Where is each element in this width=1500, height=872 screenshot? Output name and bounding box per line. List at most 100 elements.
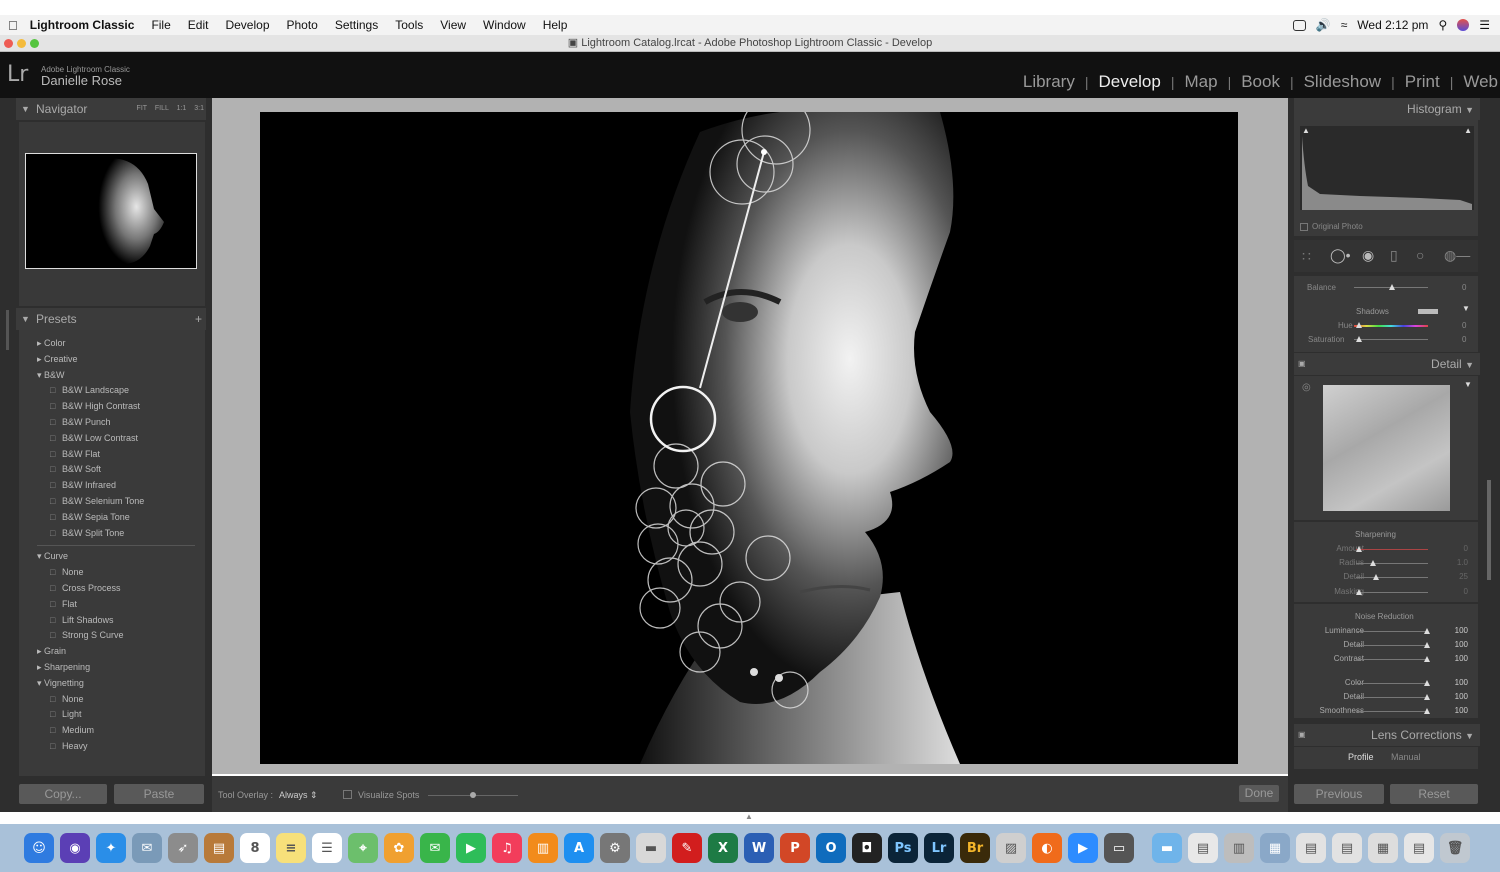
detail-header[interactable]: ▣ Detail ▼ — [1294, 353, 1480, 375]
collapse-filmstrip-icon[interactable]: ▲ — [745, 812, 753, 821]
preset-group-b-w[interactable]: ▾ B&W — [37, 370, 65, 381]
dock-books-icon[interactable]: ▥ — [528, 833, 558, 863]
preset-group-grain[interactable]: ▸ Grain — [37, 646, 66, 657]
dock-photos-icon[interactable]: ✿ — [384, 833, 414, 863]
slider-track[interactable] — [1356, 645, 1428, 647]
preset-item[interactable]: □ Cross Process — [50, 583, 120, 593]
slider-knob[interactable] — [1424, 693, 1430, 700]
dock-doc7-icon[interactable]: ▤ — [1404, 833, 1434, 863]
hue-slider-knob[interactable] — [1356, 322, 1362, 328]
dock-finder-icon[interactable]: ☺ — [24, 833, 54, 863]
dock-scanner-icon[interactable]: ▭ — [1104, 833, 1134, 863]
dock-camera-icon[interactable]: ◘ — [852, 833, 882, 863]
original-photo-checkbox[interactable] — [1300, 223, 1308, 231]
dock-doc1-icon[interactable]: ▤ — [1188, 833, 1218, 863]
previous-button[interactable]: Previous — [1294, 784, 1384, 804]
slider-knob[interactable] — [1424, 679, 1430, 686]
slider-track[interactable] — [1356, 549, 1428, 550]
menu-develop[interactable]: Develop — [225, 18, 269, 32]
apple-icon[interactable]:  — [8, 18, 18, 33]
dock-excel-icon[interactable]: X — [708, 833, 738, 863]
module-book[interactable]: Book — [1231, 72, 1290, 92]
shadows-color-swatch[interactable] — [1418, 309, 1438, 314]
preset-item[interactable]: □ Strong S Curve — [50, 630, 123, 640]
collapse-triangle-icon[interactable]: ▼ — [1462, 304, 1470, 313]
slider-value[interactable]: 100 — [1455, 654, 1468, 663]
spot-pin[interactable] — [750, 668, 758, 676]
histogram-header[interactable]: Histogram ▼ — [1294, 98, 1480, 120]
crop-tool-icon[interactable]: ∷ — [1302, 248, 1311, 265]
zoom-fit[interactable]: FIT — [137, 105, 147, 112]
dock-music-icon[interactable]: ♫ — [492, 833, 522, 863]
preset-group-color[interactable]: ▸ Color — [37, 338, 66, 349]
preset-item[interactable]: □ None — [50, 567, 83, 577]
dock-doc3-icon[interactable]: ▦ — [1260, 833, 1290, 863]
user-icon[interactable] — [1457, 19, 1470, 31]
slider-track[interactable] — [1356, 682, 1428, 684]
panel-switch-icon[interactable]: ▣ — [1298, 353, 1306, 375]
dock-notes-brown-icon[interactable]: ▤ — [204, 833, 234, 863]
highlight-clipping-icon[interactable]: ▲ — [1464, 126, 1472, 135]
reset-button[interactable]: Reset — [1390, 784, 1478, 804]
notification-center-icon[interactable]: ☰ — [1479, 18, 1490, 32]
slider-value[interactable]: 100 — [1455, 640, 1468, 649]
slider-value[interactable]: 0 — [1464, 587, 1468, 596]
navigator-zoom-options[interactable]: FIT FILL 1:1 3:1 — [137, 98, 204, 120]
app-menu[interactable]: Lightroom Classic — [30, 18, 135, 32]
right-panel-scrollbar[interactable] — [1487, 480, 1491, 580]
dock-outlook-icon[interactable]: O — [816, 833, 846, 863]
dock-maps-icon[interactable]: ⌖ — [348, 833, 378, 863]
dock-mail-stamp-icon[interactable]: ✉ — [132, 833, 162, 863]
dock-printer-icon[interactable]: ▬ — [636, 833, 666, 863]
preset-item[interactable]: □ B&W High Contrast — [50, 401, 140, 411]
done-button[interactable]: Done — [1239, 785, 1279, 802]
dock-calendar-icon[interactable]: 8 — [240, 833, 270, 863]
dock-safari-icon[interactable]: ✦ — [96, 833, 126, 863]
navigator-header[interactable]: ▼ Navigator FIT FILL 1:1 3:1 — [16, 98, 206, 120]
slider-track[interactable] — [1356, 591, 1428, 593]
slider-track[interactable] — [1356, 659, 1428, 661]
detail-preview-image[interactable] — [1323, 385, 1450, 511]
preset-item[interactable]: □ B&W Sepia Tone — [50, 512, 130, 522]
preset-item[interactable]: □ B&W Landscape — [50, 385, 129, 395]
copy-settings-button[interactable]: Copy... — [19, 784, 107, 804]
histogram-graph[interactable]: ▲ ▲ — [1300, 126, 1474, 210]
preset-item[interactable]: □ Heavy — [50, 741, 87, 751]
preset-group-sharpening[interactable]: ▸ Sharpening — [37, 662, 90, 673]
preset-item[interactable]: □ None — [50, 694, 83, 704]
slider-track[interactable] — [1356, 563, 1428, 565]
dock-app-store-icon[interactable]: A — [564, 833, 594, 863]
dock-bridge-icon[interactable]: Br — [960, 833, 990, 863]
preset-item[interactable]: □ B&W Soft — [50, 464, 101, 474]
slider-value[interactable]: 0 — [1464, 544, 1468, 553]
dock-doc6-icon[interactable]: ▦ — [1368, 833, 1398, 863]
clock[interactable]: Wed 2:12 pm — [1357, 18, 1428, 32]
dock-siri-icon[interactable]: ◉ — [60, 833, 90, 863]
lens-corrections-header[interactable]: ▣ Lens Corrections ▼ — [1294, 724, 1480, 746]
navigator-thumbnail[interactable] — [25, 153, 197, 269]
dock-reminders-icon[interactable]: ☰ — [312, 833, 342, 863]
dock-trash-icon[interactable]: 🗑 — [1440, 833, 1470, 863]
slider-knob[interactable] — [1424, 628, 1430, 634]
target-icon[interactable]: ◎ — [1302, 382, 1311, 393]
tool-overlay-select[interactable]: Always ⇕ — [279, 790, 318, 801]
dock-notes-icon[interactable]: ≡ — [276, 833, 306, 863]
menu-photo[interactable]: Photo — [287, 18, 318, 32]
menu-edit[interactable]: Edit — [188, 18, 209, 32]
module-map[interactable]: Map — [1174, 72, 1227, 92]
dock-photoshop-icon[interactable]: Ps — [888, 833, 918, 863]
visualize-spots-checkbox[interactable] — [343, 790, 352, 799]
shadow-clipping-icon[interactable]: ▲ — [1302, 126, 1310, 135]
dock-launchpad-icon[interactable]: ➶ — [168, 833, 198, 863]
menu-help[interactable]: Help — [543, 18, 568, 32]
slider-track[interactable] — [1356, 711, 1428, 712]
preset-item[interactable]: □ B&W Low Contrast — [50, 433, 138, 443]
dock-messages-icon[interactable]: ✉ — [420, 833, 450, 863]
hue-slider[interactable] — [1354, 325, 1428, 327]
slider-value[interactable]: 25 — [1459, 572, 1468, 581]
dock-preview-icon[interactable]: ▨ — [996, 833, 1026, 863]
zoom-window-button[interactable] — [30, 39, 39, 48]
slider-track[interactable] — [1356, 577, 1428, 579]
preset-item[interactable]: □ Light — [50, 709, 81, 719]
left-panel-scrollbar[interactable] — [6, 310, 9, 350]
